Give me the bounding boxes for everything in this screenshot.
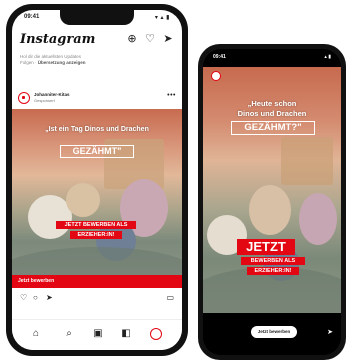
ad-red-box-2: ERZIEHER:IN!: [70, 231, 122, 239]
child-figure: [66, 183, 100, 217]
comment-icon[interactable]: ○: [33, 293, 38, 303]
story-red-box-2: ERZIEHER:IN!: [247, 267, 299, 275]
ad-headline: „Ist ein Tag Dinos und Drachen: [45, 126, 149, 133]
floor-shape: [12, 247, 182, 275]
shelf-shape: [281, 137, 333, 185]
ad-gezaehmt: GEZÄHMT": [60, 145, 134, 158]
header-icons: ⊕ ♡ ➤: [126, 33, 174, 45]
avatar[interactable]: [18, 92, 30, 104]
shop-icon[interactable]: ◧: [120, 328, 132, 340]
story-status-time: 09:41: [213, 54, 226, 60]
story-headline-1: „Heute schon: [247, 99, 297, 108]
story-cta-label: Jetzt bewerben: [257, 329, 291, 334]
ad-image[interactable]: „Ist ein Tag Dinos und Drachen GEZÄHMT" …: [12, 109, 182, 275]
cta-bar-label: Jetzt bewerben: [18, 278, 55, 284]
story-status-signal-icon: ▴ ▮: [324, 54, 331, 60]
status-signal-icon: ▾ ▴ ▮: [154, 15, 170, 21]
post-actions: ♡ ○ ➤ ▭: [20, 293, 174, 303]
search-icon[interactable]: ⌕: [63, 328, 75, 340]
story-jetzt: JETZT: [237, 239, 295, 255]
story-send-icon[interactable]: ➤: [327, 328, 333, 336]
story-footer: Jetzt bewerben ➤: [203, 313, 341, 355]
notice-line2: Folgen · Übersetzung anzeigen: [20, 60, 174, 66]
status-time: 09:41: [24, 14, 40, 20]
story-red-box-1: BEWERBEN ALS: [241, 257, 305, 265]
app-header: Instagram ⊕ ♡ ➤: [20, 30, 174, 50]
notice-prefix: Folgen ·: [20, 60, 38, 65]
story-avatar[interactable]: [211, 71, 221, 81]
send-icon[interactable]: ➤: [162, 33, 174, 45]
heart-icon[interactable]: ♡: [144, 33, 156, 45]
bookmark-icon[interactable]: ▭: [166, 293, 174, 303]
story-cta-button[interactable]: Jetzt bewerben: [251, 326, 297, 338]
translate-link[interactable]: Übersetzung anzeigen: [38, 60, 86, 65]
story-screen: 09:41 ▴ ▮ „Heute schon Dinos und Drachen…: [203, 49, 341, 355]
reels-icon[interactable]: ▣: [92, 328, 104, 340]
adult-figure: [249, 185, 291, 235]
story-ad-image[interactable]: „Heute schon Dinos und Drachen GEZÄHMT?"…: [203, 67, 341, 313]
home-icon[interactable]: ⌂: [30, 328, 42, 340]
adult-figure: [299, 193, 337, 245]
more-options-icon[interactable]: •••: [167, 92, 176, 99]
instagram-logo[interactable]: Instagram: [20, 32, 95, 47]
story-headline-2: Dinos und Drachen: [237, 109, 307, 118]
phone-feed: 09:41 ▾ ▴ ▮ Instagram ⊕ ♡ ➤ Hol dir die …: [6, 4, 188, 356]
ad-red-box-1: JETZT BEWERBEN ALS: [56, 221, 136, 229]
sponsored-label: Gesponsert: [34, 98, 55, 103]
profile-icon[interactable]: [150, 328, 162, 340]
phone-notch: [60, 10, 134, 25]
notice-banner: Hol dir die aktuellsten Updates Folgen ·…: [20, 54, 174, 66]
bottom-nav: ⌂ ⌕ ▣ ◧: [12, 319, 182, 350]
add-post-icon[interactable]: ⊕: [126, 33, 138, 45]
post-header: Johanniter-Kitas Gesponsert •••: [18, 92, 176, 106]
like-icon[interactable]: ♡: [20, 293, 27, 303]
feed-screen: 09:41 ▾ ▴ ▮ Instagram ⊕ ♡ ➤ Hol dir die …: [12, 10, 182, 350]
phone-story: 09:41 ▴ ▮ „Heute schon Dinos und Drachen…: [198, 44, 346, 360]
cta-bar[interactable]: Jetzt bewerben: [12, 275, 182, 288]
story-gezaehmt: GEZÄHMT?": [231, 121, 315, 135]
story-status-bar: 09:41 ▴ ▮: [213, 54, 331, 62]
share-icon[interactable]: ➤: [46, 293, 53, 303]
